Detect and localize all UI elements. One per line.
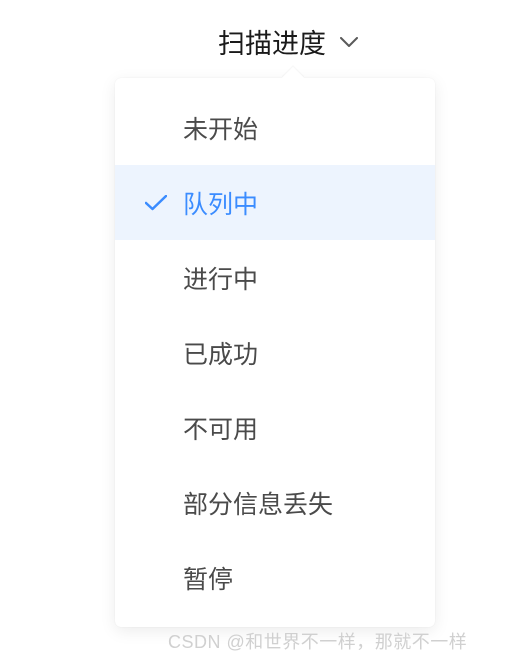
dropdown-item-label: 未开始	[183, 110, 258, 146]
dropdown-trigger-label: 扫描进度	[218, 22, 326, 61]
dropdown-item-unavailable[interactable]: 不可用	[115, 390, 435, 465]
dropdown-trigger[interactable]: 扫描进度	[218, 22, 358, 61]
dropdown-item-label: 队列中	[183, 185, 258, 221]
dropdown-item-queued[interactable]: 队列中	[115, 165, 435, 240]
check-icon	[145, 195, 167, 211]
dropdown-item-label: 暂停	[183, 560, 233, 596]
dropdown-item-not-started[interactable]: 未开始	[115, 90, 435, 165]
dropdown-item-label: 进行中	[183, 260, 258, 296]
dropdown-item-label: 已成功	[183, 335, 258, 371]
chevron-down-icon	[340, 37, 358, 48]
dropdown-item-partial-loss[interactable]: 部分信息丢失	[115, 465, 435, 540]
dropdown-item-success[interactable]: 已成功	[115, 315, 435, 390]
watermark: CSDN @和世界不一样，那就不一样	[168, 628, 467, 654]
dropdown-panel: 未开始 队列中 进行中 已成功 不可用 部分信息丢失 暂停	[115, 78, 435, 627]
dropdown-item-in-progress[interactable]: 进行中	[115, 240, 435, 315]
dropdown-item-label: 部分信息丢失	[183, 485, 333, 521]
dropdown-item-label: 不可用	[183, 410, 258, 446]
dropdown-item-paused[interactable]: 暂停	[115, 540, 435, 615]
